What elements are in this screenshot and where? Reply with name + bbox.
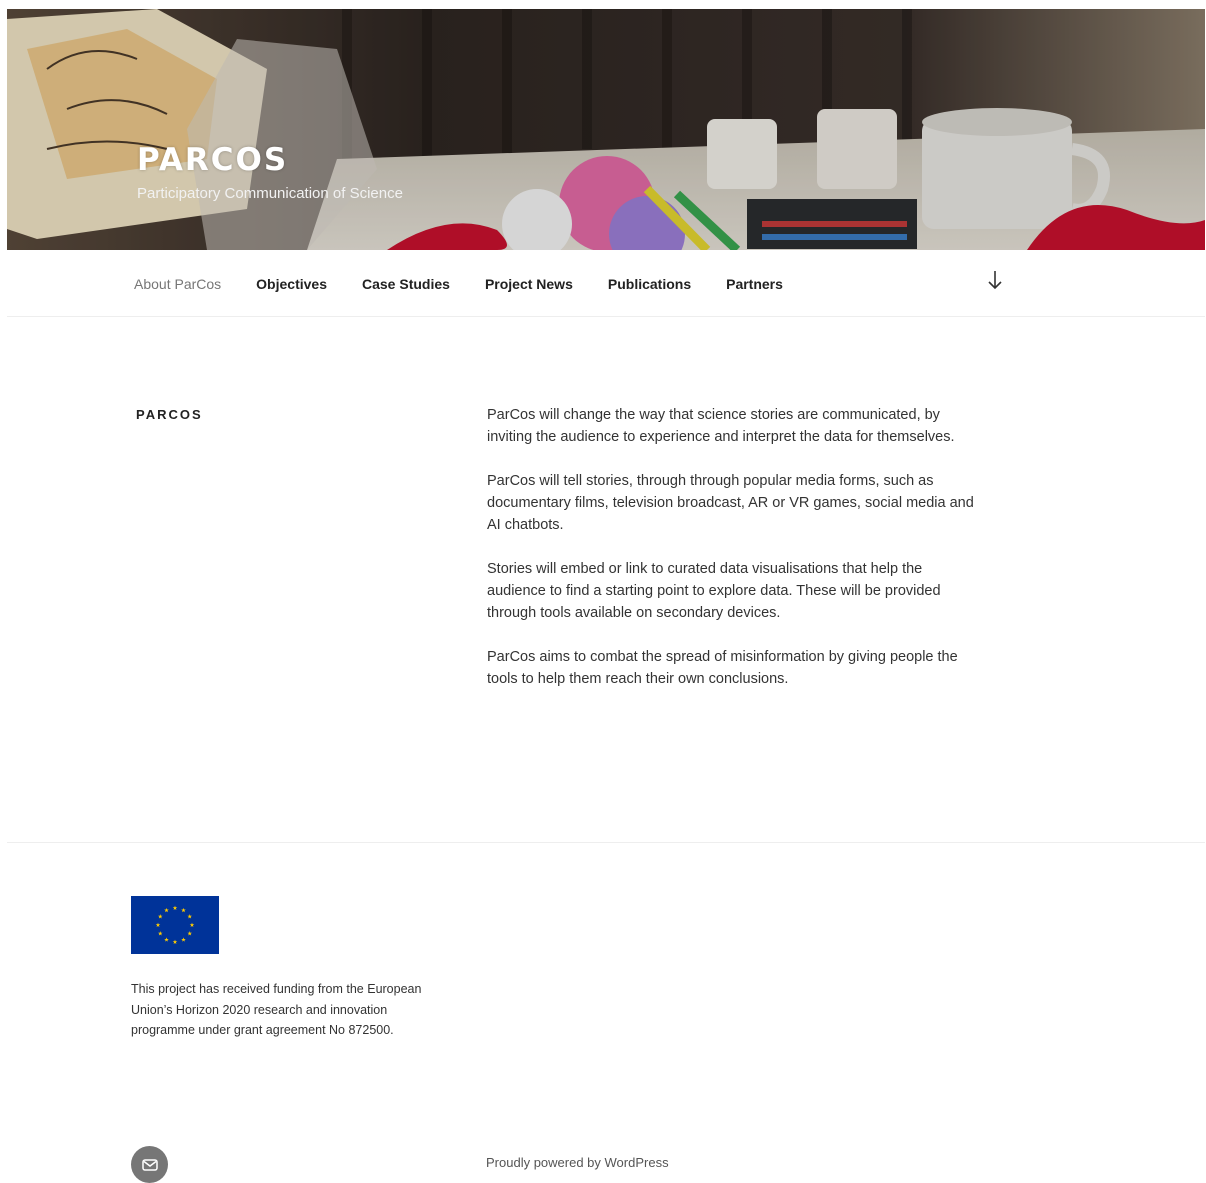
nav-item-about-parcos[interactable]: About ParCos xyxy=(134,276,221,292)
content-paragraph: Stories will embed or link to curated da… xyxy=(487,561,941,621)
content-paragraph: ParCos will change the way that science … xyxy=(487,407,955,445)
nav-item-publications[interactable]: Publications xyxy=(608,276,691,292)
main-navigation: About ParCos Objectives Case Studies Pro… xyxy=(7,250,1205,317)
nav-item-case-studies[interactable]: Case Studies xyxy=(362,276,450,292)
nav-item-partners[interactable]: Partners xyxy=(726,276,783,292)
footer-divider xyxy=(7,842,1205,843)
site-description: Participatory Communication of Science xyxy=(137,185,403,202)
content-paragraph: ParCos aims to combat the spread of misi… xyxy=(487,649,958,687)
content-paragraph: ParCos will tell stories, through throug… xyxy=(487,473,974,533)
header-photo xyxy=(7,9,1205,250)
funding-statement: This project has received funding from t… xyxy=(131,982,422,1037)
site-title[interactable]: PARCOS xyxy=(137,142,288,178)
envelope-icon[interactable] xyxy=(131,1146,168,1183)
header-image: PARCOS Participatory Communication of Sc… xyxy=(7,9,1205,250)
envelope-svg xyxy=(141,1158,158,1171)
nav-menu: About ParCos Objectives Case Studies Pro… xyxy=(134,276,818,292)
arrow-down-svg xyxy=(988,271,1002,290)
powered-by-link[interactable]: Proudly powered by WordPress xyxy=(486,1155,669,1170)
arrow-down-icon[interactable] xyxy=(987,270,1003,296)
eu-flag-icon xyxy=(131,896,219,954)
nav-item-objectives[interactable]: Objectives xyxy=(256,276,327,292)
page-title: PARCOS xyxy=(136,407,203,422)
entry-content: ParCos will change the way that science … xyxy=(487,404,977,712)
nav-item-project-news[interactable]: Project News xyxy=(485,276,573,292)
